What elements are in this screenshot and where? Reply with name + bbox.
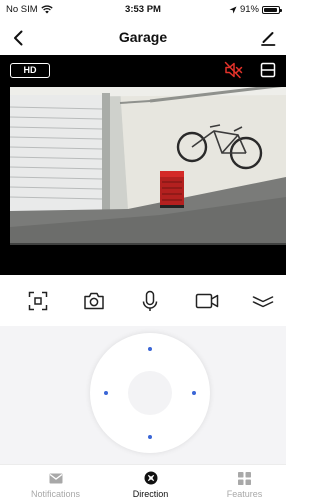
camera-icon <box>84 292 104 310</box>
bottom-tab-bar: Notifications Direction Features <box>0 464 286 504</box>
video-record-icon <box>195 293 219 309</box>
fullscreen-button[interactable] <box>26 289 50 313</box>
location-arrow-icon <box>229 6 237 13</box>
fullscreen-icon <box>28 291 48 311</box>
record-button[interactable] <box>195 289 219 313</box>
talk-button[interactable] <box>138 289 162 313</box>
battery-percent: 91% <box>239 4 259 15</box>
video-player[interactable]: HD <box>0 55 286 275</box>
tab-features[interactable]: Features <box>197 469 292 503</box>
tab-label-features: Features <box>226 489 263 499</box>
nav-bar: Garage <box>0 20 286 54</box>
direction-down-dot[interactable] <box>148 435 152 439</box>
direction-up-dot[interactable] <box>148 347 152 351</box>
direction-panel <box>0 326 286 464</box>
direction-right-dot[interactable] <box>192 391 196 395</box>
edit-button[interactable] <box>256 26 280 50</box>
microphone-icon <box>142 290 158 311</box>
status-right: 91% <box>229 4 282 15</box>
battery-icon <box>262 5 282 14</box>
speaker-muted-icon[interactable] <box>224 61 244 79</box>
status-bar: No SIM 3:53 PM 91% <box>0 0 286 20</box>
pencil-icon <box>261 32 276 46</box>
direction-pad[interactable] <box>90 333 210 453</box>
tab-direction[interactable]: Direction <box>103 469 198 503</box>
direction-left-dot[interactable] <box>104 391 108 395</box>
split-view-icon[interactable] <box>260 62 276 78</box>
grid-icon <box>238 471 251 485</box>
garage-scene-image <box>10 87 286 245</box>
camera-feed <box>10 87 286 245</box>
collapse-button[interactable] <box>251 289 275 313</box>
video-toolbar: HD <box>0 55 286 85</box>
tab-label-direction: Direction <box>132 489 169 499</box>
collapse-icon <box>252 296 274 308</box>
tab-label-notifications: Notifications <box>30 489 81 499</box>
camera-controls-bar <box>0 280 286 320</box>
snapshot-button[interactable] <box>82 289 106 313</box>
mail-icon <box>49 473 62 483</box>
direction-icon <box>144 471 157 485</box>
page-title: Garage <box>118 29 168 45</box>
direction-pad-center[interactable] <box>128 371 172 415</box>
tab-notifications[interactable]: Notifications <box>8 469 103 503</box>
hd-quality-button[interactable]: HD <box>10 63 50 78</box>
